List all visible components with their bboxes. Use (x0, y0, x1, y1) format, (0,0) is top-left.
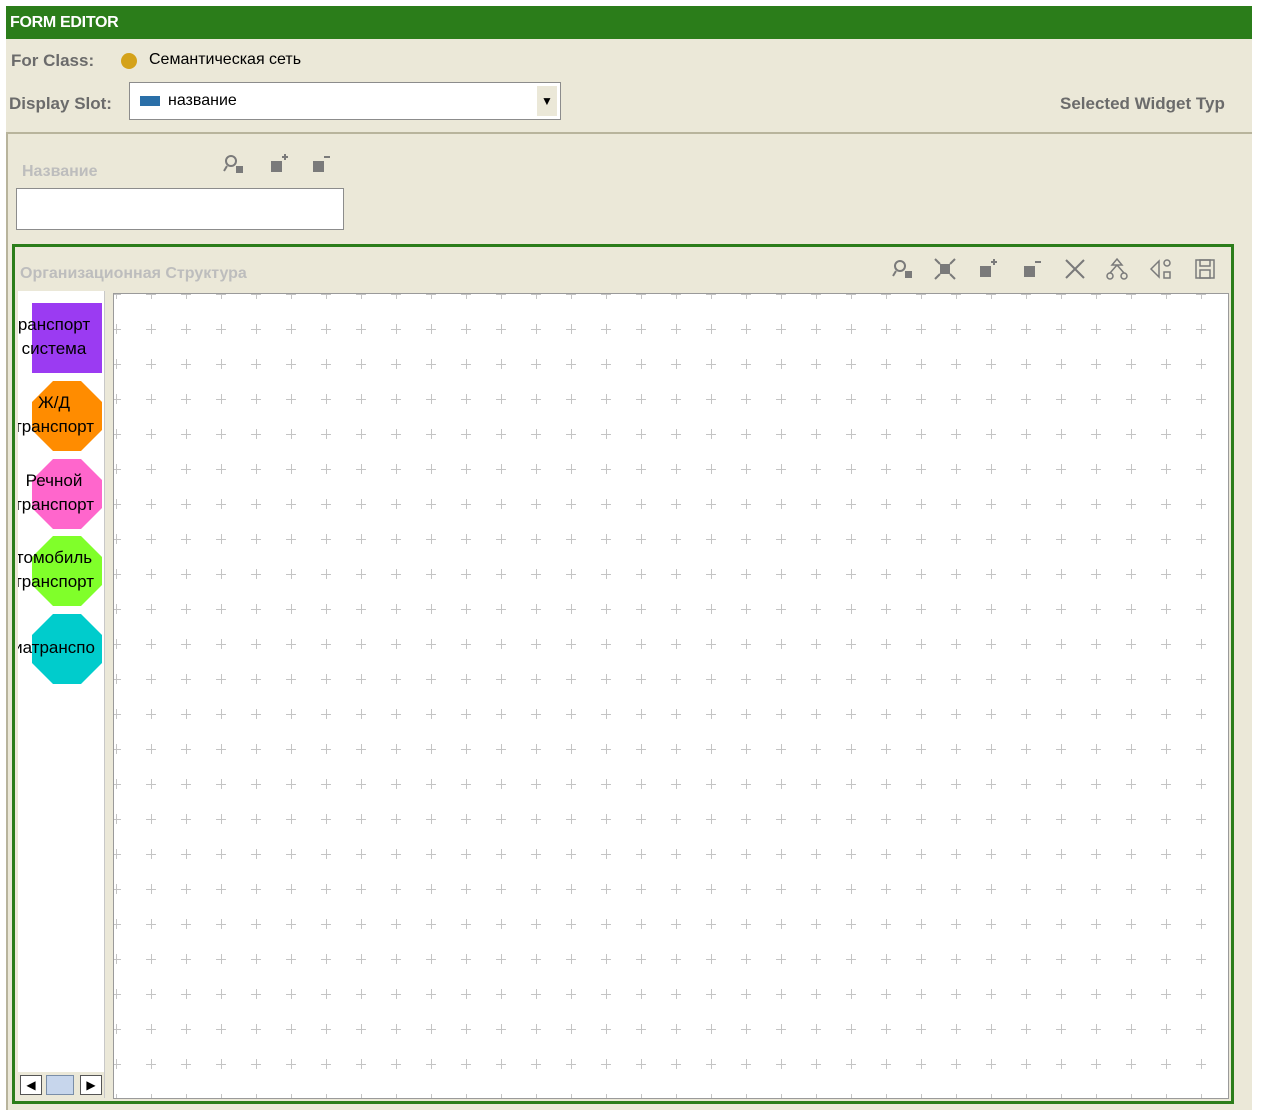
select-all-icon[interactable] (933, 257, 957, 281)
header-divider (6, 132, 1252, 134)
palette-node-label: томобиль транспорт (18, 548, 95, 591)
layout-icon[interactable] (1105, 257, 1129, 281)
chevron-down-icon[interactable]: ▼ (537, 86, 557, 116)
display-slot-value: название (168, 92, 237, 109)
canvas-grid (114, 294, 1206, 1098)
display-slot-label: Display Slot: (9, 94, 112, 113)
window-title: FORM EDITOR (6, 6, 1252, 39)
for-class-label: For Class: (11, 51, 95, 70)
palette-scrollbar[interactable]: ◀ ▶ (18, 1072, 104, 1098)
scroll-thumb[interactable] (46, 1075, 74, 1095)
remove-instance-icon[interactable] (310, 152, 334, 176)
class-name: Семантическая сеть (149, 51, 302, 68)
find-icon[interactable] (222, 152, 246, 176)
delete-icon[interactable] (1063, 257, 1087, 281)
display-slot-dropdown[interactable]: название ▼ (129, 82, 561, 120)
remove-instance-icon[interactable] (1021, 257, 1045, 281)
palette-node-label: ранспорт система (18, 315, 91, 358)
save-icon[interactable] (1193, 257, 1217, 281)
palette-node-label: иатранспо (18, 638, 95, 657)
node-palette: ранспорт система Ж/Д транспорт Речной транс… (18, 291, 105, 1098)
add-instance-icon[interactable] (268, 152, 292, 176)
org-structure-label: Организационная Структура (20, 265, 247, 282)
form-editor-window: FORM EDITOR For Class: Семантическая сет… (6, 6, 1252, 1110)
name-field-label: Название (22, 163, 98, 180)
add-instance-icon[interactable] (977, 257, 1001, 281)
palette-node-label: Речной транспорт (18, 471, 95, 514)
scroll-right-button[interactable]: ▶ (80, 1075, 102, 1095)
class-icon (121, 53, 137, 69)
slot-icon (140, 96, 160, 106)
org-structure-panel: Организационная Структура ранспорт систем… (12, 244, 1234, 1104)
palette-node-label: Ж/Д транспорт (18, 393, 95, 436)
scroll-left-button[interactable]: ◀ (20, 1075, 42, 1095)
name-input[interactable] (16, 188, 344, 230)
selected-widget-type-label: Selected Widget Typ (1060, 94, 1225, 113)
panel-edge (6, 134, 8, 1110)
find-icon[interactable] (891, 257, 915, 281)
diagram-canvas[interactable] (113, 293, 1229, 1099)
connect-icon[interactable] (1149, 257, 1173, 281)
